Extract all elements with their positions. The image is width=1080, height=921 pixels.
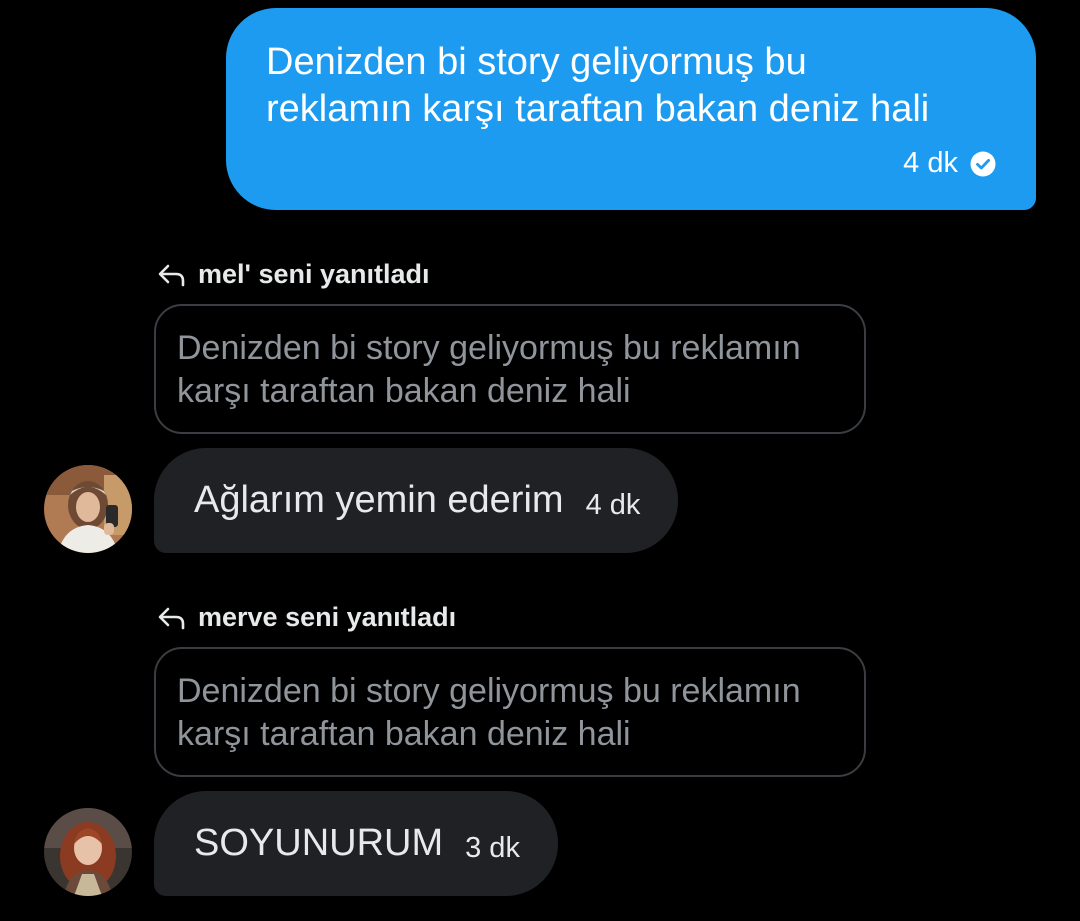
reply-arrow-icon <box>156 262 188 288</box>
avatar[interactable] <box>44 465 132 553</box>
avatar[interactable] <box>44 808 132 896</box>
outgoing-message-bubble[interactable]: Denizden bi story geliyormuş bu reklamın… <box>226 8 1036 210</box>
reply-header-label: mel' seni yanıtladı <box>198 259 430 289</box>
outgoing-message-meta: 4 dk <box>903 147 996 180</box>
reply-header-label: merve seni yanıtladı <box>198 602 457 632</box>
incoming-message-bubble[interactable]: Ağlarım yemin ederim 4 dk <box>154 448 679 553</box>
outgoing-message-text: Denizden bi story geliyormuş bu reklamın… <box>266 41 930 130</box>
read-check-icon <box>970 151 996 177</box>
quoted-message-text: Denizden bi story geliyormuş bu reklamın… <box>177 672 801 753</box>
incoming-message-text: SOYUNURUM <box>194 822 444 864</box>
reply-header: mel' seni yanıtladı <box>156 259 430 290</box>
outgoing-message-time: 4 dk <box>903 147 958 179</box>
incoming-message-text: Ağlarım yemin ederim <box>194 479 564 521</box>
quoted-message-text: Denizden bi story geliyormuş bu reklamın… <box>177 329 801 410</box>
incoming-message-bubble[interactable]: SOYUNURUM 3 dk <box>154 791 558 896</box>
quoted-message[interactable]: Denizden bi story geliyormuş bu reklamın… <box>154 304 866 434</box>
reply-arrow-icon <box>156 605 188 631</box>
incoming-message-time: 3 dk <box>465 832 520 864</box>
reply-header: merve seni yanıtladı <box>156 602 456 633</box>
incoming-message-time: 4 dk <box>585 489 641 521</box>
quoted-message[interactable]: Denizden bi story geliyormuş bu reklamın… <box>154 647 866 777</box>
